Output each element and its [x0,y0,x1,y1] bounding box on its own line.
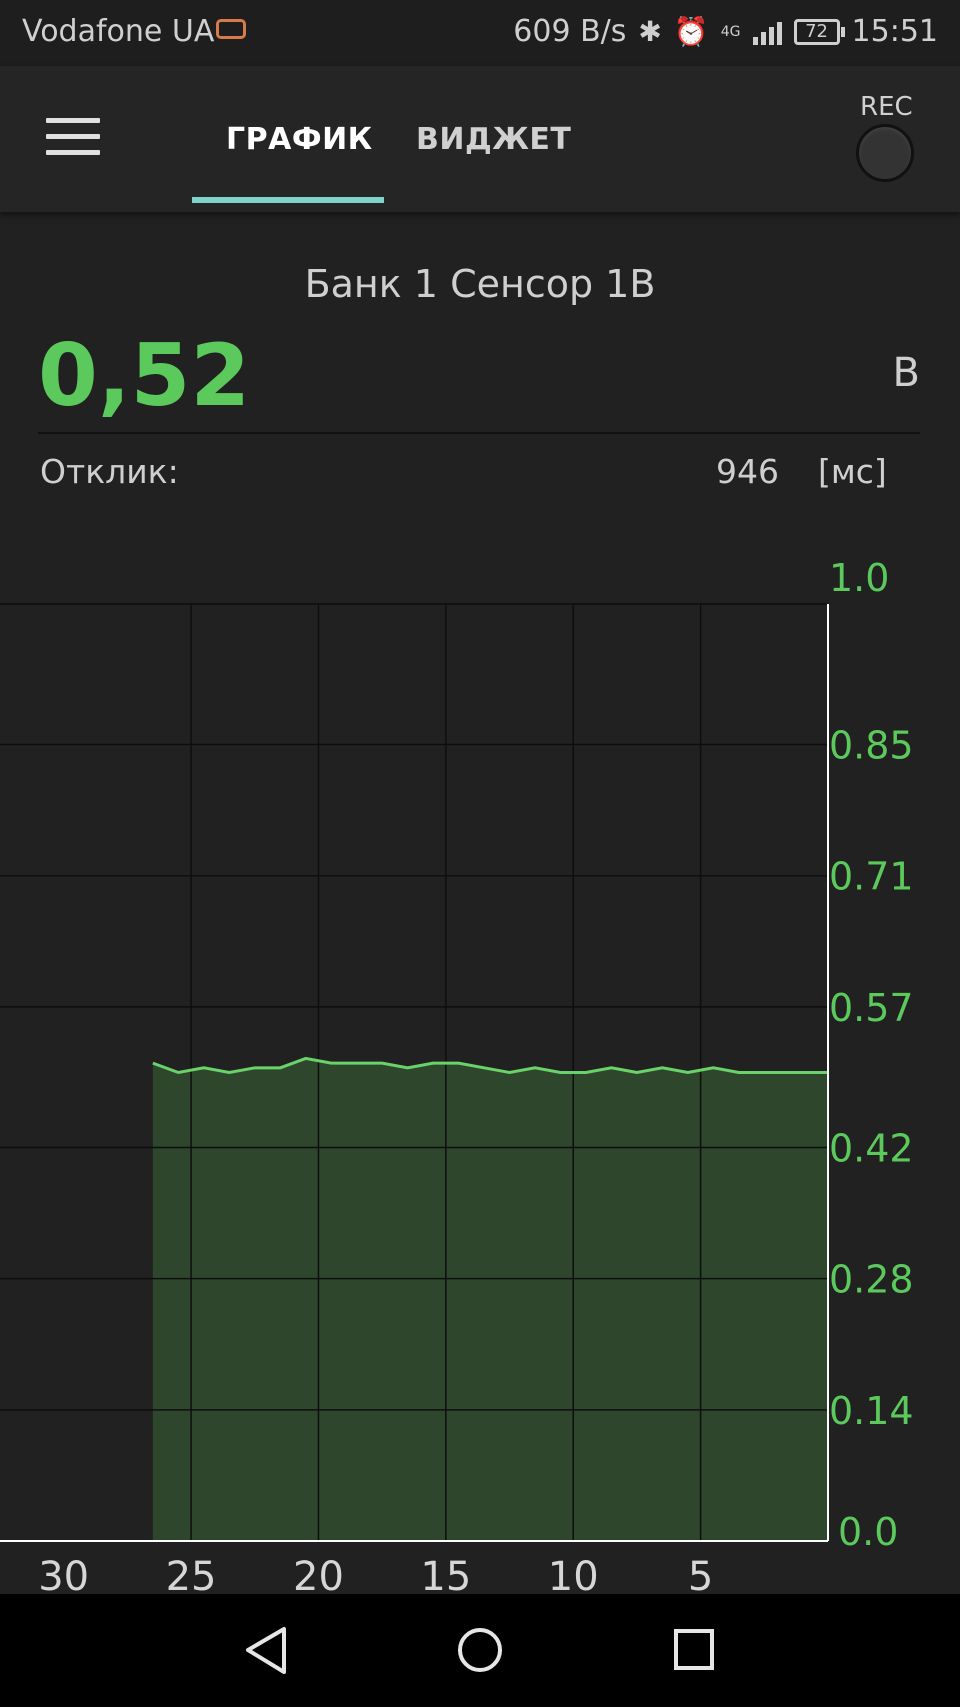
record-button[interactable] [856,124,914,182]
sensor-name: Банк 1 Сенсор 1В [304,262,656,306]
battery-icon: 72 [793,18,845,45]
x-tick-label: 20 [293,1554,344,1594]
x-tick-label: 30 [38,1554,89,1594]
sensor-chart: 1.0 0.85 0.71 0.57 0.42 0.28 0.14 0.0 30 25 20 15 1… [0,560,914,1594]
rec-label: REC [860,92,913,122]
back-icon[interactable] [246,1627,286,1674]
tab-widget[interactable]: ВИДЖЕТ [416,122,571,157]
x-tick-label: 25 [166,1554,217,1594]
y-tick-label: 0.0 [838,1510,898,1554]
camera-icon [216,19,247,39]
bluetooth-icon: ✱ [638,15,662,48]
y-tick-label: 0.71 [829,855,914,899]
status-icons: 609 B/s ✱ ⏰ 4G 72 15:51 [513,14,938,49]
sensor-unit: В [892,350,920,396]
menu-icon[interactable] [46,118,100,158]
navigation-bar [0,1594,960,1707]
status-bar: Vodafone UA 609 B/s ✱ ⏰ 4G 72 15:51 [0,0,960,66]
carrier-name: Vodafone UA [22,14,215,49]
x-tick-label: 10 [548,1554,599,1594]
tab-graph[interactable]: ГРАФИК [226,122,373,157]
y-tick-label: 0.85 [829,724,914,768]
y-tick-label: 1.0 [829,560,889,600]
app-bar: ГРАФИК ВИДЖЕТ REC [0,66,960,212]
y-tick-label: 0.42 [829,1126,914,1170]
y-tick-label: 0.57 [829,986,914,1030]
carrier-label: Vodafone UA [22,14,247,49]
home-icon[interactable] [458,1628,502,1672]
x-tick-labels: 30 25 20 15 10 5 [38,1554,713,1594]
net-speed: 609 B/s [513,14,627,49]
y-tick-labels: 1.0 0.85 0.71 0.57 0.42 0.28 0.14 0.0 [829,560,914,1554]
signal-icon [752,19,782,45]
clock: 15:51 [851,14,938,49]
chart-area-fill [152,1058,828,1541]
x-tick-label: 15 [420,1554,471,1594]
y-tick-label: 0.14 [829,1389,914,1433]
y-tick-label: 0.28 [829,1258,914,1302]
response-value: 946 [716,452,779,491]
x-tick-label: 5 [688,1554,713,1594]
response-unit: [мс] [818,452,887,491]
network-type: 4G [720,23,741,40]
recents-icon[interactable] [674,1629,714,1670]
tab-indicator [192,197,384,203]
divider [38,432,920,434]
sensor-value: 0,52 [38,326,251,426]
response-label: Отклик: [40,452,179,491]
alarm-icon: ⏰ [673,15,709,48]
